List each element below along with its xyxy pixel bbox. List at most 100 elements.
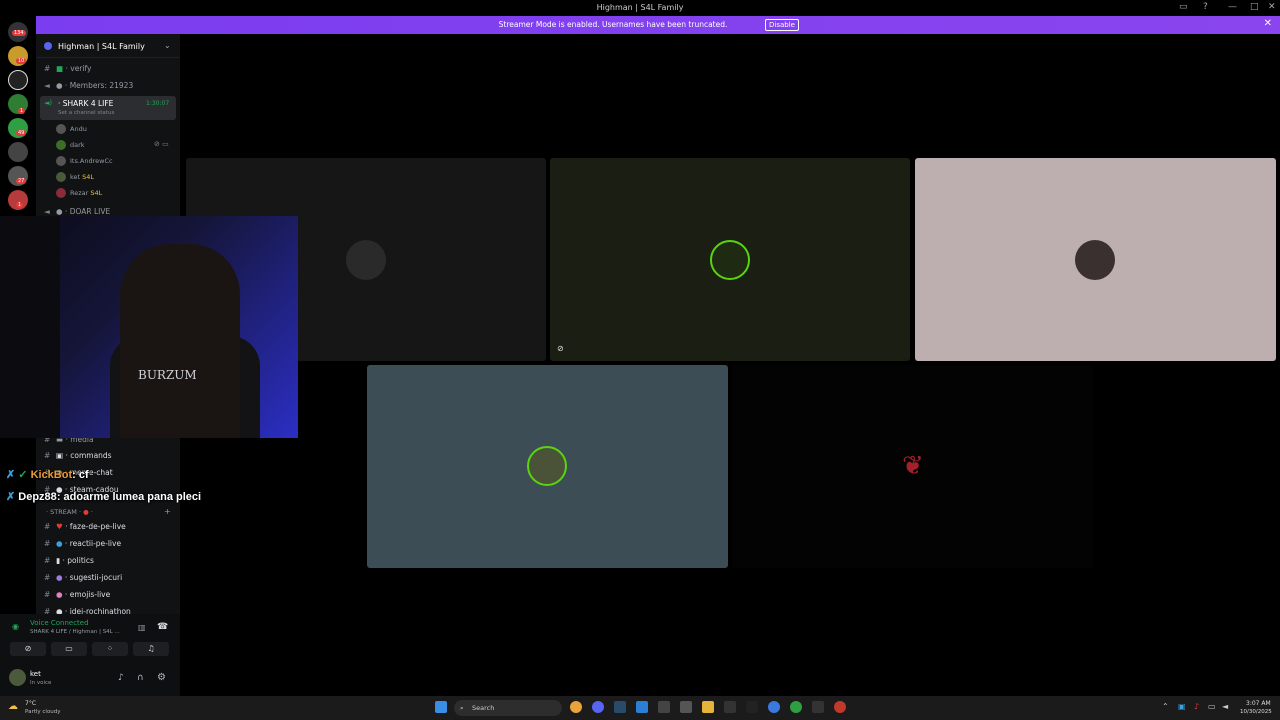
webcam-overlay: BURZUM xyxy=(0,216,298,438)
speaker-icon: ◄ xyxy=(44,207,50,216)
app-icon[interactable] xyxy=(834,701,846,713)
hash-icon: # xyxy=(44,64,51,73)
channel-label: emojis-live xyxy=(69,590,111,599)
emoji-icon: ♥ xyxy=(56,522,63,531)
server-badge: 10 xyxy=(16,58,27,64)
soundboard-button[interactable]: ♫ xyxy=(133,642,169,656)
tray-chevron-icon[interactable]: ⌃ xyxy=(1162,702,1169,711)
camera-toggle-button[interactable]: ⊘ xyxy=(10,642,46,656)
hash-icon: # xyxy=(44,573,51,582)
noise-suppression-icon[interactable]: ▥ xyxy=(138,623,146,632)
voice-channel-path[interactable]: SHARK 4 LIFE / Highman | S4L ... xyxy=(30,629,120,635)
headphones-icon[interactable]: ∩ xyxy=(137,673,144,683)
channel-verify[interactable]: # ■ · verify xyxy=(44,64,174,78)
inbox-icon[interactable]: ▭ xyxy=(1179,2,1188,12)
channel-emojis-live[interactable]: # ● · emojis-live xyxy=(44,590,174,604)
participant-tile[interactable] xyxy=(915,158,1276,361)
mic-tray-icon[interactable]: ♪ xyxy=(1194,702,1199,711)
app-icon[interactable] xyxy=(746,701,758,713)
voice-user-name: dark xyxy=(70,141,85,149)
speaker-icon: ◄ xyxy=(44,81,50,90)
disable-streamer-mode-button[interactable]: Disable xyxy=(765,19,799,31)
category-stream[interactable]: · STREAM · ● · xyxy=(46,508,93,516)
screen-share-button[interactable]: ▭ xyxy=(51,642,87,656)
participant-tile[interactable] xyxy=(367,365,728,568)
dragon-avatar-icon: ❦ xyxy=(902,451,924,481)
maximize-button[interactable]: □ xyxy=(1250,2,1259,12)
steam-icon[interactable] xyxy=(614,701,626,713)
chat-message: adoarme lumea pana pleci xyxy=(63,491,202,503)
avatar xyxy=(56,124,66,134)
voice-user[interactable]: ket S4L xyxy=(56,172,94,184)
channel-status-input[interactable]: Set a channel status xyxy=(58,110,114,116)
voice-stage: ⊘ ❦ xyxy=(180,34,1280,696)
participant-tile[interactable]: ⊘ xyxy=(550,158,910,361)
channel-label: sugestii-jocuri xyxy=(69,573,123,582)
weather-icon[interactable]: ☁ xyxy=(8,701,18,712)
server-icon[interactable] xyxy=(8,142,28,162)
voice-user[interactable]: dark xyxy=(56,140,85,152)
discord-icon[interactable] xyxy=(592,701,604,713)
emoji-icon: ● xyxy=(56,590,63,599)
activities-button[interactable]: ⁘ xyxy=(92,642,128,656)
streamer-figure xyxy=(120,244,240,438)
channel-label: commands xyxy=(70,451,112,460)
close-window-button[interactable]: ✕ xyxy=(1268,2,1276,12)
voice-channel-name: · SHARK 4 LIFE xyxy=(58,99,114,108)
user-status: In voice xyxy=(30,680,52,686)
calculator-icon[interactable] xyxy=(680,701,692,713)
add-channel-icon[interactable]: + xyxy=(164,507,171,516)
app-icon[interactable] xyxy=(724,701,736,713)
taskbar-search[interactable]: ⌕ Search xyxy=(454,700,562,716)
taskbar: ☁ 7°C Partly cloudy ⌕ Search ⌃ ▣ ♪ ▭ ◄ 3… xyxy=(0,696,1280,720)
chrome-icon[interactable] xyxy=(570,701,582,713)
channel-reactii-pe-live[interactable]: # ● · reactii-pe-live xyxy=(44,539,174,553)
channel-label: faze-de-pe-live xyxy=(69,522,126,531)
app-icon[interactable] xyxy=(658,701,670,713)
server-icon[interactable] xyxy=(8,70,28,90)
network-icon[interactable]: ▭ xyxy=(1208,702,1216,711)
voice-user-name: Its.AndrewCc xyxy=(70,157,113,165)
help-icon[interactable]: ? xyxy=(1203,2,1208,12)
channel-idei-rochinathon[interactable]: # ● · idei-rochinathon xyxy=(44,607,174,614)
channel-faze-de-pe-live[interactable]: # ♥ · faze-de-pe-live xyxy=(44,522,174,536)
live-dot-icon: ● xyxy=(83,508,89,516)
guild-tag: S4L xyxy=(90,189,103,197)
settings-gear-icon[interactable]: ⚙ xyxy=(157,672,166,683)
weather-temp: 7°C xyxy=(25,700,37,707)
banner-text: Streamer Mode is enabled. Usernames have… xyxy=(498,20,728,29)
app-icon[interactable] xyxy=(812,701,824,713)
volume-icon[interactable]: ◄ xyxy=(1222,702,1228,711)
vscode-icon[interactable] xyxy=(636,701,648,713)
tray-app-icon[interactable]: ▣ xyxy=(1178,702,1186,711)
avatar xyxy=(56,156,66,166)
channel-politics[interactable]: # ▮ · politics xyxy=(44,556,174,570)
minimize-button[interactable]: — xyxy=(1228,2,1237,12)
clock-time[interactable]: 3:07 AM xyxy=(1246,700,1271,707)
channel-members[interactable]: ◄ ● · Members: 21923 xyxy=(44,81,174,95)
voice-connected-status[interactable]: Voice Connected xyxy=(30,619,89,627)
check-emoji-icon: ■ xyxy=(56,64,64,73)
magnifier-emoji-icon: ● xyxy=(56,539,63,548)
voice-user[interactable]: Its.AndrewCc xyxy=(56,156,113,168)
avatar[interactable] xyxy=(9,669,26,686)
microphone-icon[interactable]: ♪ xyxy=(118,673,124,683)
app-icon[interactable] xyxy=(768,701,780,713)
shirt-logo: BURZUM xyxy=(138,368,197,382)
voice-user[interactable]: Andu xyxy=(56,124,87,136)
voice-timer: 1:30:07 xyxy=(146,100,170,107)
xbox-icon[interactable] xyxy=(790,701,802,713)
participant-tile[interactable]: ❦ xyxy=(732,365,1093,568)
window-titlebar: Highman | S4L Family ▭ ? — □ ✕ xyxy=(0,0,1280,16)
close-banner-icon[interactable]: ✕ xyxy=(1264,18,1272,29)
channel-sugestii-jocuri[interactable]: # ● · sugestii-jocuri xyxy=(44,573,174,587)
emoji-icon: ▣ xyxy=(56,451,64,460)
voice-channel-active[interactable]: ◄) · SHARK 4 LIFE 1:30:07 Set a channel … xyxy=(40,96,176,120)
clock-date[interactable]: 10/30/2025 xyxy=(1240,709,1272,715)
file-explorer-icon[interactable] xyxy=(702,701,714,713)
voice-user[interactable]: Rezar S4L xyxy=(56,188,102,200)
windows-start-icon[interactable] xyxy=(435,701,447,713)
channel-commands[interactable]: # ▣ · commands xyxy=(44,451,174,465)
disconnect-icon[interactable]: ☎ xyxy=(157,622,168,632)
server-header[interactable]: Highman | S4L Family ⌄ xyxy=(36,34,180,58)
